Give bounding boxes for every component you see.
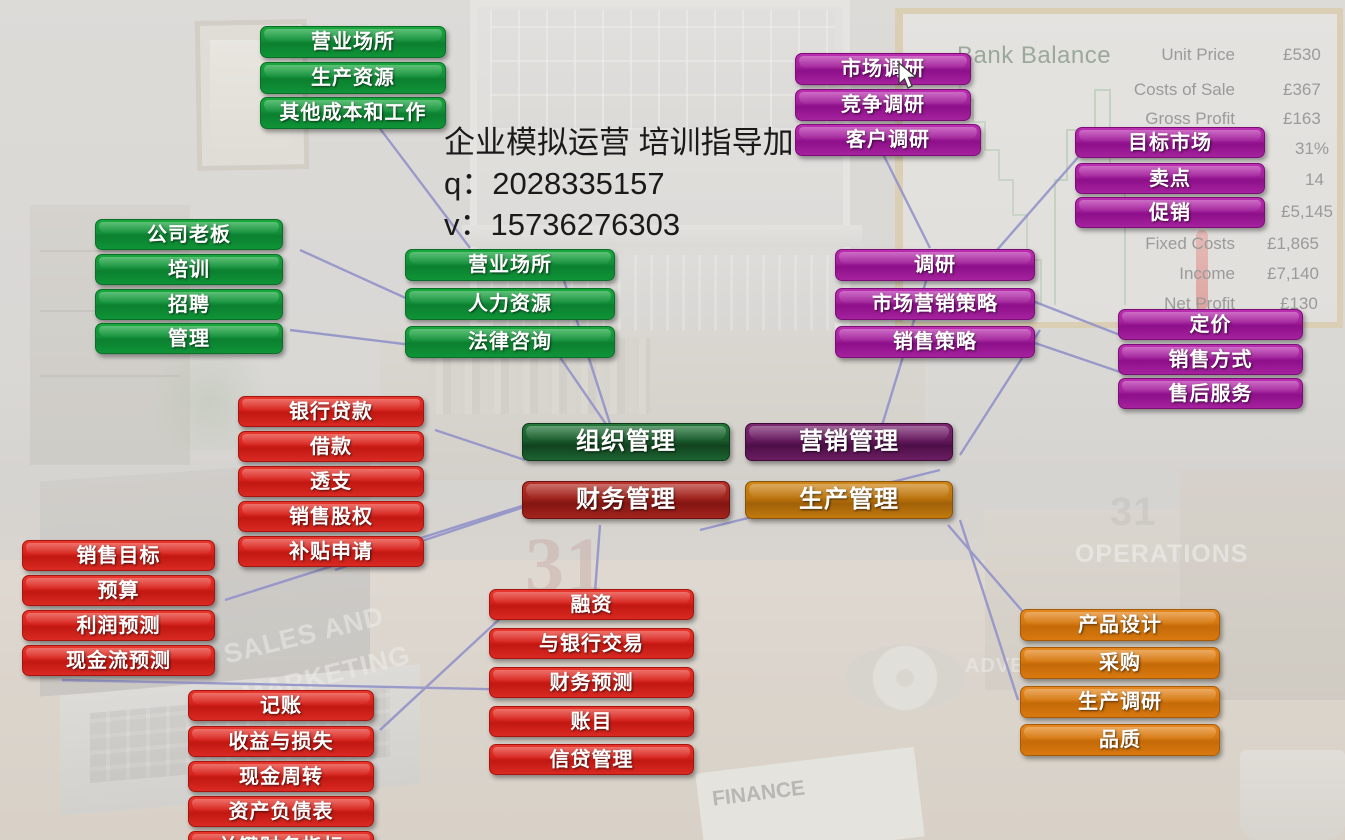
report-value-unit-price: £530 bbox=[1283, 45, 1321, 64]
button-market-top-right-1[interactable]: 卖点 bbox=[1075, 163, 1265, 194]
report-label-gross-profit: Gross Profit bbox=[1145, 109, 1235, 128]
button-org-left-2[interactable]: 招聘 bbox=[95, 289, 283, 320]
button-accounting-2[interactable]: 现金周转 bbox=[188, 761, 374, 792]
button-sales-right-0[interactable]: 定价 bbox=[1118, 309, 1303, 340]
report-value-fixed-costs: £1,865 bbox=[1267, 234, 1319, 253]
report-label-income: Income bbox=[1179, 264, 1235, 283]
button-funding-left-1[interactable]: 借款 bbox=[238, 431, 424, 462]
report-value-percent: 31% bbox=[1295, 139, 1330, 158]
button-marketing-mid-1[interactable]: 市场营销策略 bbox=[835, 288, 1035, 320]
mouse-cursor-icon bbox=[898, 62, 918, 89]
background-word-operations: OPERATIONS bbox=[1075, 540, 1249, 568]
button-production-0[interactable]: 产品设计 bbox=[1020, 609, 1220, 641]
background-disc bbox=[845, 645, 965, 711]
button-planning-2[interactable]: 利润预测 bbox=[22, 610, 215, 641]
button-finance-center-2[interactable]: 财务预测 bbox=[489, 667, 694, 698]
button-funding-left-3[interactable]: 销售股权 bbox=[238, 501, 424, 532]
report-value-units: 14 bbox=[1305, 170, 1324, 189]
button-org-center-0[interactable]: 营业场所 bbox=[405, 249, 615, 281]
report-label-fixed-costs: Fixed Costs bbox=[1145, 234, 1235, 253]
button-planning-3[interactable]: 现金流预测 bbox=[22, 645, 215, 676]
button-org-left-1[interactable]: 培训 bbox=[95, 254, 283, 285]
button-funding-left-0[interactable]: 银行贷款 bbox=[238, 396, 424, 427]
button-org-left-0[interactable]: 公司老板 bbox=[95, 219, 283, 250]
button-production-1[interactable]: 采购 bbox=[1020, 647, 1220, 679]
main-category-finance[interactable]: 财务管理 bbox=[522, 481, 730, 519]
button-accounting-3[interactable]: 资产负债表 bbox=[188, 796, 374, 827]
main-category-production[interactable]: 生产管理 bbox=[745, 481, 953, 519]
button-facilities-top-1[interactable]: 生产资源 bbox=[260, 62, 446, 94]
promo-line-3: v：15736276303 bbox=[444, 207, 681, 243]
button-finance-center-1[interactable]: 与银行交易 bbox=[489, 628, 694, 659]
button-production-3[interactable]: 品质 bbox=[1020, 724, 1220, 756]
report-label-unit-price: Unit Price bbox=[1161, 45, 1235, 64]
button-marketing-mid-0[interactable]: 调研 bbox=[835, 249, 1035, 281]
button-research-top-2[interactable]: 客户调研 bbox=[795, 124, 981, 156]
button-market-top-right-0[interactable]: 目标市场 bbox=[1075, 127, 1265, 158]
button-market-top-right-2[interactable]: 促销 bbox=[1075, 197, 1265, 228]
report-value-costs-of-sale: £367 bbox=[1283, 80, 1321, 99]
background-cabinet-line bbox=[40, 250, 180, 252]
button-sales-right-2[interactable]: 售后服务 bbox=[1118, 378, 1303, 409]
report-label-costs-of-sale: Costs of Sale bbox=[1133, 80, 1235, 99]
button-org-center-2[interactable]: 法律咨询 bbox=[405, 326, 615, 358]
background-word-day-2: 31 bbox=[1110, 490, 1157, 534]
mindmap-canvas: SALES AND MARKETING OPERATIONS ADVERTISI… bbox=[0, 0, 1345, 840]
button-sales-right-1[interactable]: 销售方式 bbox=[1118, 344, 1303, 375]
report-value-gross-profit: £163 bbox=[1283, 109, 1321, 128]
report-value-costs: £5,145 bbox=[1281, 202, 1333, 221]
button-planning-0[interactable]: 销售目标 bbox=[22, 540, 215, 571]
button-accounting-0[interactable]: 记账 bbox=[188, 690, 374, 721]
main-category-marketing[interactable]: 营销管理 bbox=[745, 423, 953, 461]
promo-line-2: q：2028335157 bbox=[444, 166, 665, 202]
button-accounting-1[interactable]: 收益与损失 bbox=[188, 726, 374, 757]
main-category-organization[interactable]: 组织管理 bbox=[522, 423, 730, 461]
promo-line-1: 企业模拟运营 培训指导加 bbox=[444, 125, 794, 160]
button-finance-center-3[interactable]: 账目 bbox=[489, 706, 694, 737]
button-finance-center-4[interactable]: 信贷管理 bbox=[489, 744, 694, 775]
button-production-2[interactable]: 生产调研 bbox=[1020, 686, 1220, 718]
background-window-panes bbox=[490, 10, 835, 130]
report-value-income: £7,140 bbox=[1267, 264, 1319, 283]
button-research-top-1[interactable]: 竞争调研 bbox=[795, 89, 971, 121]
button-org-center-1[interactable]: 人力资源 bbox=[405, 288, 615, 320]
button-facilities-top-0[interactable]: 营业场所 bbox=[260, 26, 446, 58]
background-mug bbox=[1240, 750, 1345, 840]
button-research-top-0[interactable]: 市场调研 bbox=[795, 53, 971, 85]
button-funding-left-2[interactable]: 透支 bbox=[238, 466, 424, 497]
button-org-left-3[interactable]: 管理 bbox=[95, 323, 283, 354]
button-planning-1[interactable]: 预算 bbox=[22, 575, 215, 606]
button-finance-center-0[interactable]: 融资 bbox=[489, 589, 694, 620]
promo-overlay-text: 企业模拟运营 培训指导加 q：2028335157 v：15736276303 bbox=[444, 122, 794, 246]
button-funding-left-4[interactable]: 补贴申请 bbox=[238, 536, 424, 567]
button-facilities-top-2[interactable]: 其他成本和工作 bbox=[260, 97, 446, 129]
button-marketing-mid-2[interactable]: 销售策略 bbox=[835, 326, 1035, 358]
button-accounting-4[interactable]: 关键财务指标 bbox=[188, 831, 374, 840]
